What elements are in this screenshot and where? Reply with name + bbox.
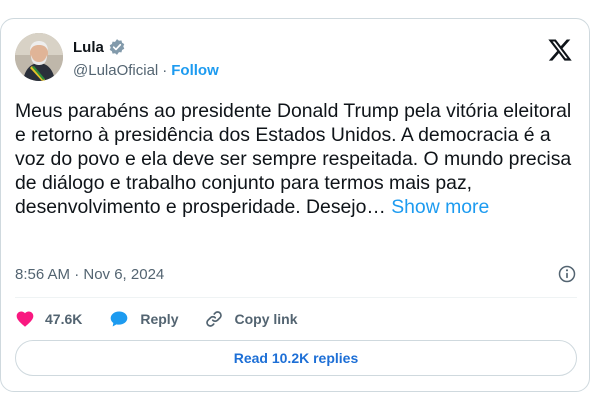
tweet-text: Meus parabéns ao presidente Donald Trump… bbox=[15, 99, 575, 219]
info-icon[interactable] bbox=[557, 264, 577, 284]
heart-icon bbox=[16, 311, 34, 327]
divider bbox=[15, 297, 577, 298]
handle-row: @LulaOficial · Follow bbox=[73, 60, 219, 80]
x-logo-icon[interactable] bbox=[547, 37, 573, 63]
reply-button[interactable]: Reply bbox=[108, 309, 178, 329]
name-row: Lula bbox=[73, 37, 126, 57]
tweet-card: Lula @LulaOficial · Follow Meus parabéns… bbox=[0, 18, 590, 392]
speech-bubble-icon bbox=[111, 311, 128, 327]
show-more-link[interactable]: Show more bbox=[391, 196, 489, 218]
profile-avatar[interactable] bbox=[15, 33, 63, 81]
copy-link-button[interactable]: Copy link bbox=[204, 309, 298, 329]
action-bar: 47.6K Reply Copy link bbox=[15, 306, 324, 332]
tweet-meta: 8:56 AM · Nov 6, 2024 bbox=[15, 262, 577, 286]
copy-link-label: Copy link bbox=[234, 311, 298, 327]
follow-button[interactable]: Follow bbox=[171, 62, 219, 79]
separator-dot: · bbox=[162, 61, 168, 79]
like-button[interactable]: 47.6K bbox=[15, 309, 82, 329]
tweet-timestamp[interactable]: 8:56 AM · Nov 6, 2024 bbox=[15, 266, 164, 283]
verified-badge-icon bbox=[109, 39, 125, 55]
read-replies-button[interactable]: Read 10.2K replies bbox=[15, 340, 577, 376]
user-handle[interactable]: @LulaOficial bbox=[73, 62, 158, 79]
read-replies-label: Read 10.2K replies bbox=[233, 350, 359, 366]
display-name[interactable]: Lula bbox=[73, 39, 104, 56]
tweet-header: Lula @LulaOficial · Follow bbox=[15, 33, 577, 85]
reply-label: Reply bbox=[140, 311, 179, 327]
like-count: 47.6K bbox=[45, 311, 83, 327]
link-icon bbox=[206, 311, 223, 327]
avatar-image bbox=[15, 33, 63, 81]
